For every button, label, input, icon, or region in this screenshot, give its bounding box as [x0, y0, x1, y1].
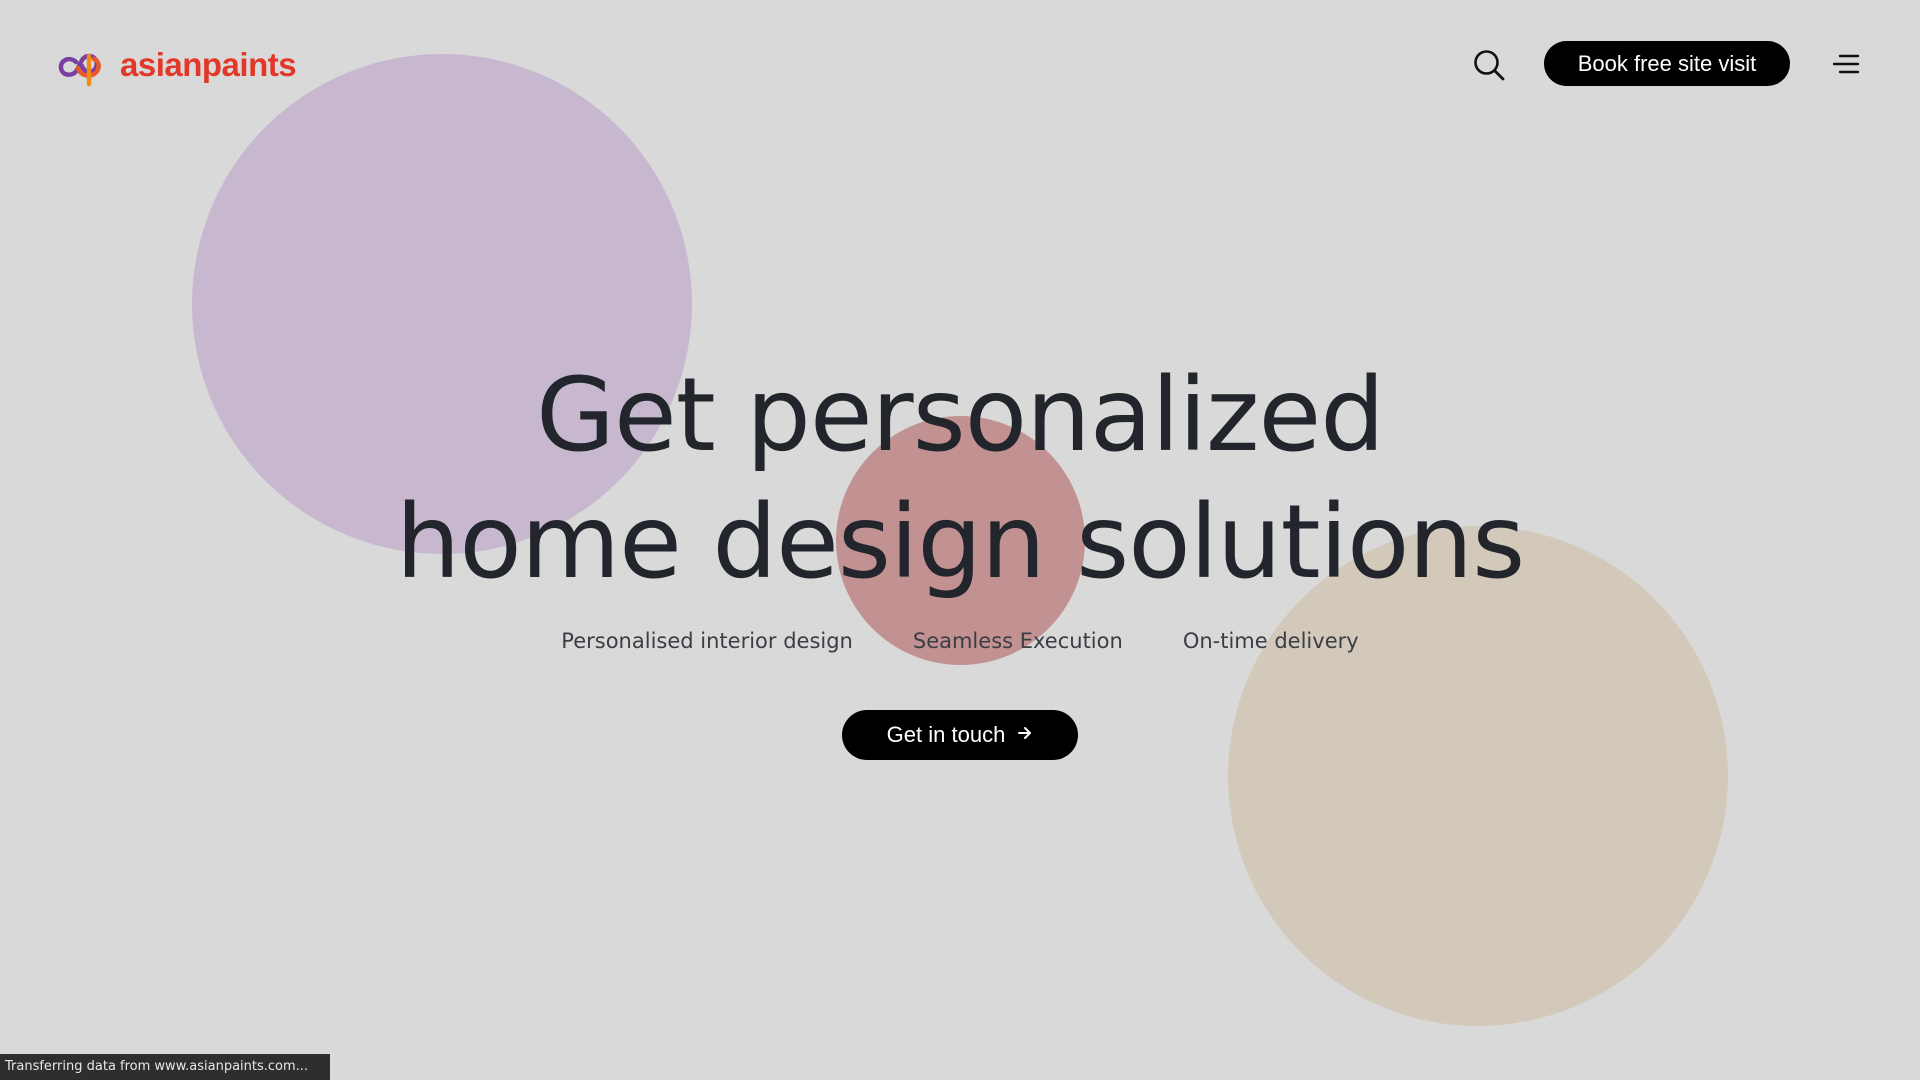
search-icon[interactable] — [1472, 48, 1506, 82]
asianpaints-logo-icon — [56, 40, 114, 88]
hero-title-line-2: home design solutions — [395, 483, 1525, 602]
hamburger-menu-icon[interactable] — [1832, 50, 1860, 78]
feature-personalised-design: Personalised interior design — [561, 629, 853, 653]
arrow-right-icon — [1017, 725, 1033, 745]
hero-title-line-1: Get personalized — [535, 356, 1385, 475]
book-free-site-visit-button[interactable]: Book free site visit — [1544, 41, 1790, 86]
get-in-touch-label: Get in touch — [886, 722, 1006, 747]
browser-status-bar: Transferring data from www.asianpaints.c… — [0, 1054, 330, 1080]
get-in-touch-button[interactable]: Get in touch — [842, 710, 1078, 760]
brand-logo[interactable]: asianpaints — [56, 40, 297, 88]
brand-name: asianpaints — [120, 45, 297, 83]
hero-title: Get personalized home design solutions — [0, 352, 1920, 606]
feature-on-time-delivery: On-time delivery — [1182, 629, 1359, 653]
feature-list: Personalised interior design Seamless Ex… — [0, 629, 1920, 653]
feature-seamless-execution: Seamless Execution — [912, 629, 1123, 653]
